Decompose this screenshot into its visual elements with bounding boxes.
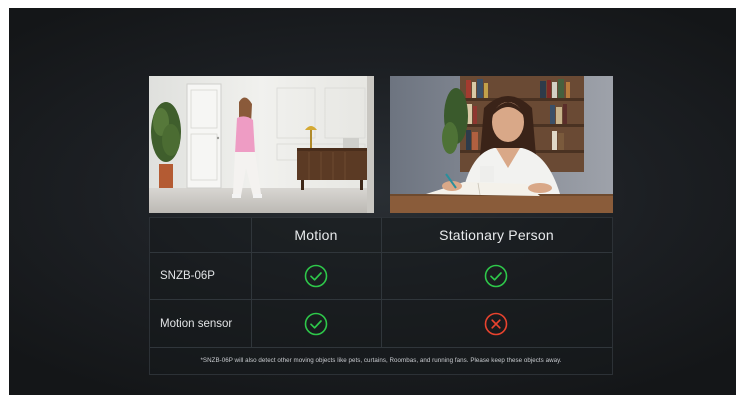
row-divider: [150, 299, 612, 300]
row-label-snzb-06p: SNZB-06P: [160, 270, 215, 282]
column-header-motion: Motion: [294, 227, 338, 243]
column-header-stationary-person: Stationary Person: [439, 227, 554, 243]
comparison-table: Motion Stationary Person SNZB-06P Motion…: [149, 217, 613, 375]
footnote: *SNZB-06P will also detect other moving …: [200, 357, 562, 364]
comparison-slide: Motion Stationary Person SNZB-06P Motion…: [9, 8, 736, 395]
motion-photo: [149, 76, 374, 213]
check-circle-icon: [304, 264, 328, 288]
corner-header: [150, 218, 251, 252]
stationary-photo: [390, 76, 613, 213]
row-divider: [150, 252, 612, 253]
row-label-motion-sensor: Motion sensor: [160, 318, 233, 330]
motion-photo-image: [149, 76, 374, 213]
x-circle-icon: [484, 312, 508, 336]
stationary-photo-image: [390, 76, 613, 213]
check-circle-icon: [304, 312, 328, 336]
check-circle-icon: [484, 264, 508, 288]
